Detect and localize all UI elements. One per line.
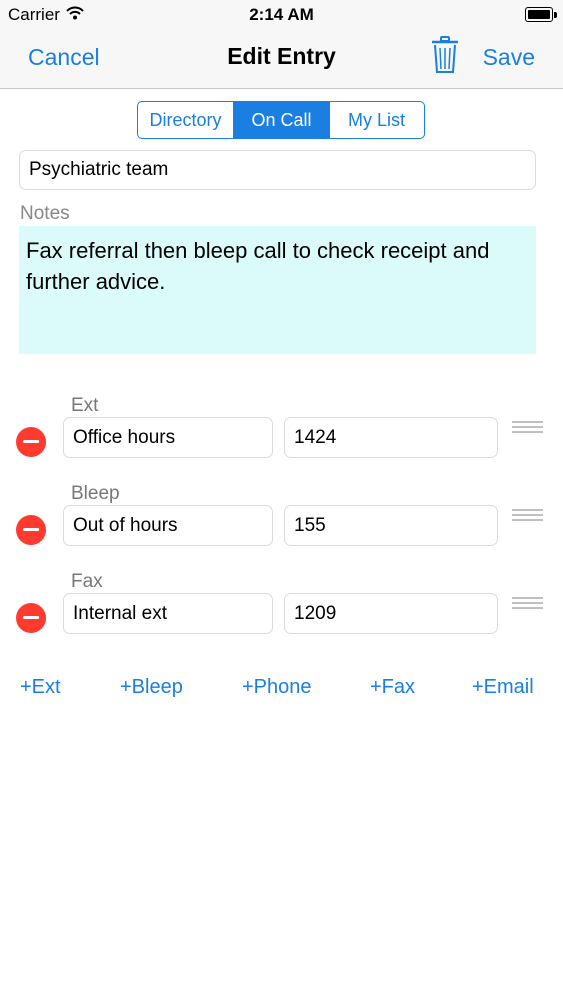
status-bar: Carrier 2:14 AM (0, 0, 563, 30)
status-time: 2:14 AM (249, 5, 314, 24)
contact-row: Fax Internal ext 1209 (0, 571, 563, 661)
segment-directory[interactable]: Directory (138, 102, 234, 138)
contact-label-field[interactable]: Office hours (63, 417, 273, 458)
entry-name-field[interactable]: Psychiatric team (19, 150, 536, 190)
contact-label-field[interactable]: Out of hours (63, 505, 273, 546)
add-ext-button[interactable]: +Ext (20, 676, 61, 699)
contact-label-field[interactable]: Internal ext (63, 593, 273, 634)
reorder-handle-icon[interactable] (512, 509, 543, 524)
trash-icon[interactable] (430, 36, 460, 79)
contact-number-field[interactable]: 1209 (284, 593, 498, 634)
contact-type-label: Ext (71, 395, 99, 416)
add-email-button[interactable]: +Email (472, 676, 534, 699)
category-segmented-control: Directory On Call My List (137, 101, 425, 139)
segment-on-call[interactable]: On Call (234, 102, 330, 138)
reorder-handle-icon[interactable] (512, 597, 543, 612)
add-fax-button[interactable]: +Fax (370, 676, 415, 699)
navigation-bar: Cancel Edit Entry Save (0, 30, 563, 89)
page-title: Edit Entry (227, 43, 336, 69)
battery-icon (525, 7, 557, 22)
contact-type-label: Bleep (71, 483, 120, 504)
contact-row: Ext Office hours 1424 (0, 395, 563, 485)
add-bleep-button[interactable]: +Bleep (120, 676, 183, 699)
contact-row: Bleep Out of hours 155 (0, 483, 563, 573)
save-button[interactable]: Save (483, 44, 535, 71)
add-phone-button[interactable]: +Phone (242, 676, 312, 699)
remove-row-button[interactable] (16, 603, 46, 633)
notes-label: Notes (20, 203, 70, 224)
remove-row-button[interactable] (16, 515, 46, 545)
remove-row-button[interactable] (16, 427, 46, 457)
contact-number-field[interactable]: 155 (284, 505, 498, 546)
contact-type-label: Fax (71, 571, 103, 592)
segment-my-list[interactable]: My List (330, 102, 423, 138)
contact-number-field[interactable]: 1424 (284, 417, 498, 458)
reorder-handle-icon[interactable] (512, 421, 543, 436)
notes-textarea[interactable]: Fax referral then bleep call to check re… (19, 226, 536, 354)
